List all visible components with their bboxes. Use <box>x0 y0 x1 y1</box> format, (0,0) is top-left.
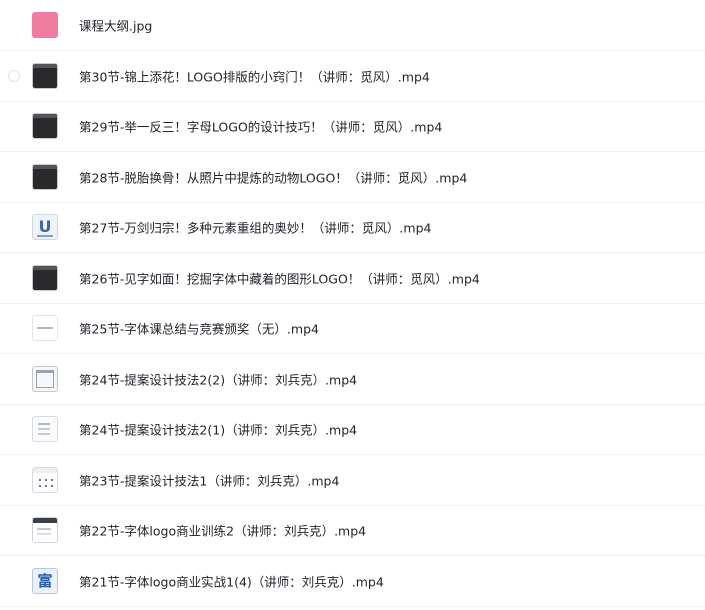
file-name[interactable]: 第25节-字体课总结与竞赛颁奖（无）.mp4 <box>79 319 319 338</box>
file-row[interactable]: U 第27节-万剑归宗！多种元素重组的奥妙！（讲师：觅风）.mp4 <box>0 203 705 253</box>
video-thumbnail-icon <box>32 517 58 544</box>
file-name[interactable]: 第21节-字体logo商业实战1(4)（讲师：刘兵克）.mp4 <box>79 571 384 590</box>
video-thumbnail-icon <box>32 264 58 291</box>
file-name[interactable]: 第24节-提案设计技法2(1)（讲师：刘兵克）.mp4 <box>79 420 357 439</box>
file-row[interactable]: 第24节-提案设计技法2(1)（讲师：刘兵克）.mp4 <box>0 405 705 455</box>
file-name[interactable]: 第23节-提案设计技法1（讲师：刘兵克）.mp4 <box>79 470 339 489</box>
file-name[interactable]: 第29节-举一反三！字母LOGO的设计技巧！（讲师：觅风）.mp4 <box>79 117 442 136</box>
file-row[interactable]: 课程大纲.jpg <box>0 0 705 51</box>
file-name[interactable]: 第24节-提案设计技法2(2)（讲师：刘兵克）.mp4 <box>79 369 357 388</box>
video-thumbnail-icon <box>32 163 58 190</box>
file-name[interactable]: 第28节-脱胎换骨！从照片中提炼的动物LOGO！（讲师：觅风）.mp4 <box>79 167 467 186</box>
file-row[interactable]: 第24节-提案设计技法2(2)（讲师：刘兵克）.mp4 <box>0 354 705 405</box>
video-thumbnail-icon <box>32 113 58 140</box>
file-row[interactable]: 第30节-锦上添花！LOGO排版的小窍门！（讲师：觅风）.mp4 <box>0 51 705 102</box>
video-thumbnail-icon <box>32 416 58 443</box>
file-row[interactable]: 第23节-提案设计技法1（讲师：刘兵克）.mp4 <box>0 455 705 506</box>
file-name[interactable]: 第26节-见字如面！挖掘字体中藏着的图形LOGO！（讲师：觅风）.mp4 <box>79 268 480 287</box>
file-name[interactable]: 课程大纲.jpg <box>79 16 152 35</box>
file-row[interactable]: 第26节-见字如面！挖掘字体中藏着的图形LOGO！（讲师：觅风）.mp4 <box>0 253 705 304</box>
file-name[interactable]: 第30节-锦上添花！LOGO排版的小窍门！（讲师：觅风）.mp4 <box>79 66 430 85</box>
video-thumbnail-icon: 富 <box>32 567 58 594</box>
image-thumbnail-icon <box>32 12 58 38</box>
video-thumbnail-icon <box>32 62 58 89</box>
file-row[interactable]: 第25节-字体课总结与竞赛颁奖（无）.mp4 <box>0 304 705 354</box>
video-thumbnail-icon: U <box>32 214 58 241</box>
file-row[interactable]: 第28节-脱胎换骨！从照片中提炼的动物LOGO！（讲师：觅风）.mp4 <box>0 152 705 203</box>
file-row[interactable]: 富 第21节-字体logo商业实战1(4)（讲师：刘兵克）.mp4 <box>0 556 705 607</box>
select-checkbox[interactable] <box>8 69 20 82</box>
file-name[interactable]: 第22节-字体logo商业训练2（讲师：刘兵克）.mp4 <box>79 521 366 540</box>
file-row[interactable]: 第22节-字体logo商业训练2（讲师：刘兵克）.mp4 <box>0 506 705 556</box>
file-row[interactable]: 第29节-举一反三！字母LOGO的设计技巧！（讲师：觅风）.mp4 <box>0 102 705 152</box>
file-list: 课程大纲.jpg 第30节-锦上添花！LOGO排版的小窍门！（讲师：觅风）.mp… <box>0 0 705 610</box>
video-thumbnail-icon <box>32 365 58 392</box>
file-name[interactable]: 第27节-万剑归宗！多种元素重组的奥妙！（讲师：觅风）.mp4 <box>79 218 431 237</box>
video-thumbnail-icon <box>32 315 58 342</box>
video-thumbnail-icon <box>32 466 58 493</box>
